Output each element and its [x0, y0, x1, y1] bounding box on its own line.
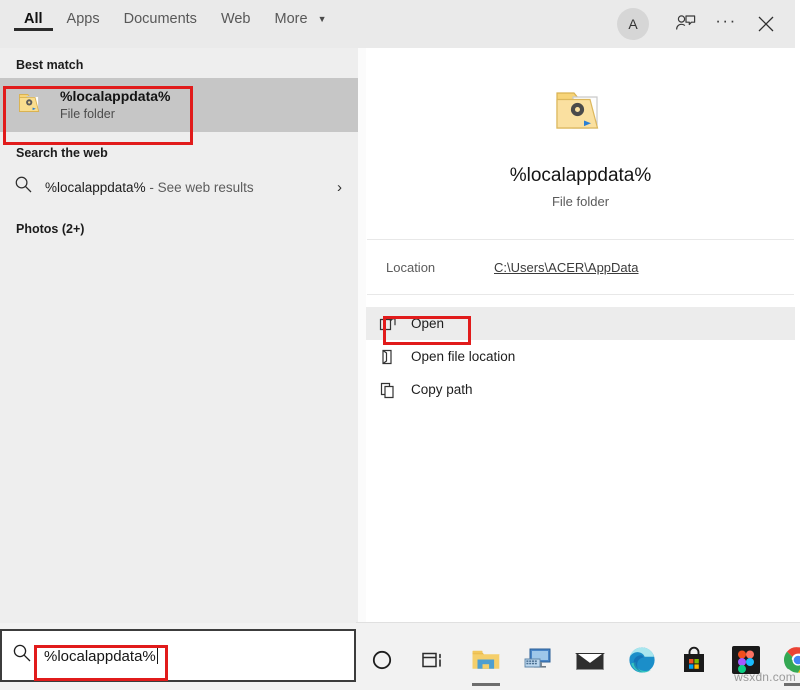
web-result-row[interactable]: %localappdata% - See web results › [0, 166, 358, 208]
chevron-right-icon[interactable]: › [337, 179, 342, 196]
microsoft-edge-icon[interactable] [616, 631, 668, 689]
avatar-initial: A [628, 16, 638, 32]
open-window-icon [378, 314, 398, 334]
chevron-down-icon: ▼ [317, 14, 327, 25]
action-open-file-location-label: Open file location [411, 349, 516, 364]
tab-all-label: All [24, 11, 43, 27]
taskbar: %localappdata% wsxdn.com [0, 622, 800, 690]
results-pane: Best match %localappdata% File folder Se… [0, 48, 358, 623]
web-result-suffix: - See web results [145, 179, 254, 195]
search-web-heading: Search the web [16, 146, 108, 160]
preview-header: %localappdata% File folder [366, 48, 795, 209]
search-input[interactable]: %localappdata% [44, 648, 156, 665]
search-icon [14, 175, 33, 199]
tab-documents-label: Documents [123, 11, 197, 27]
task-view-icon[interactable] [408, 631, 460, 689]
text-cursor [156, 646, 158, 664]
copy-icon [378, 380, 398, 400]
file-explorer-active-indicator [472, 682, 500, 686]
best-match-subtitle: File folder [60, 106, 115, 121]
action-copy-path-label: Copy path [411, 382, 473, 397]
action-open-label: Open [411, 316, 445, 331]
best-match-heading: Best match [16, 58, 84, 72]
mail-icon[interactable] [564, 631, 616, 689]
taskbar-search-box[interactable]: %localappdata% [0, 629, 356, 682]
tab-active-indicator [14, 28, 53, 31]
tab-apps[interactable]: Apps [55, 0, 112, 37]
filter-tabs: All Apps Documents Web More ▼ [12, 0, 339, 48]
web-result-query: %localappdata% [45, 179, 146, 195]
location-link[interactable]: C:\Users\ACER\AppData [494, 260, 639, 275]
ellipsis-icon[interactable]: ··· [707, 2, 745, 47]
ellipsis-label: ··· [715, 10, 737, 30]
photos-heading: Photos (2+) [16, 222, 85, 236]
watermark: wsxdn.com [734, 670, 796, 684]
preview-pane: %localappdata% File folder Location C:\U… [358, 48, 795, 623]
preview-title: %localappdata% [509, 165, 652, 186]
action-copy-path[interactable]: Copy path [366, 373, 795, 406]
web-result-text: %localappdata% - See web results [45, 180, 337, 195]
remote-desktop-icon[interactable] [512, 631, 564, 689]
best-match-result[interactable]: %localappdata% File folder [0, 78, 358, 132]
folder-open-location-icon [378, 347, 398, 367]
tab-web-label: Web [220, 11, 251, 27]
start-search-flyout: All Apps Documents Web More ▼ A ··· Best… [0, 0, 795, 623]
microsoft-store-icon[interactable] [668, 631, 720, 689]
tab-more-label: More [274, 11, 308, 27]
header-actions: A ··· [617, 0, 785, 48]
tab-all[interactable]: All [12, 0, 55, 37]
screen: All Apps Documents Web More ▼ A ··· Best… [0, 0, 800, 690]
tab-more[interactable]: More ▼ [263, 0, 339, 37]
folder-settings-icon [16, 88, 46, 123]
location-label: Location [386, 259, 436, 275]
tab-apps-label: Apps [66, 11, 100, 27]
cortana-icon[interactable] [356, 631, 408, 689]
best-match-text: %localappdata% File folder [60, 88, 170, 123]
file-explorer-icon[interactable] [460, 631, 512, 689]
person-chat-icon[interactable] [667, 5, 705, 43]
action-open[interactable]: Open [366, 307, 795, 340]
tab-web[interactable]: Web [209, 0, 263, 37]
taskbar-search-value-wrap: %localappdata% [44, 646, 158, 665]
tab-documents[interactable]: Documents [112, 0, 209, 37]
search-header: All Apps Documents Web More ▼ A ··· [0, 0, 795, 49]
search-icon [12, 643, 32, 668]
best-match-title: %localappdata% [60, 87, 171, 104]
close-icon[interactable] [747, 5, 785, 43]
avatar[interactable]: A [617, 8, 649, 40]
preview-card: %localappdata% File folder Location C:\U… [366, 48, 795, 623]
action-open-file-location[interactable]: Open file location [366, 340, 795, 373]
location-row: Location C:\Users\ACER\AppData [366, 240, 795, 294]
folder-settings-icon [550, 92, 612, 146]
taskbar-top-edge [356, 622, 800, 623]
preview-subtitle: File folder [551, 194, 610, 209]
